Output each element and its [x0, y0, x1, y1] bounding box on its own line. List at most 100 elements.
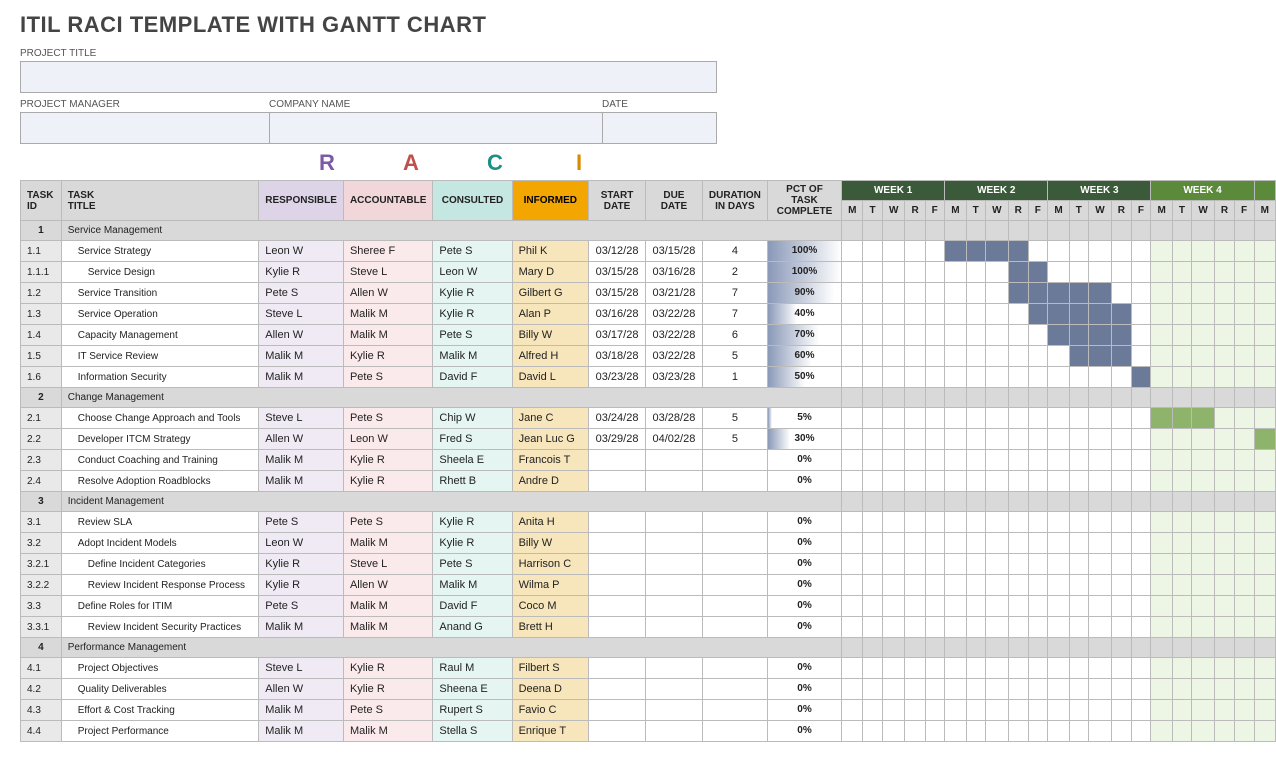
- accountable-cell[interactable]: Malik M: [343, 596, 432, 617]
- informed-cell[interactable]: Francois T: [512, 450, 589, 471]
- responsible-cell[interactable]: Steve L: [259, 658, 344, 679]
- informed-cell[interactable]: Favio C: [512, 700, 589, 721]
- accountable-cell[interactable]: Leon W: [343, 429, 432, 450]
- informed-cell[interactable]: Alan P: [512, 304, 589, 325]
- start-date[interactable]: 03/29/28: [589, 429, 646, 450]
- accountable-cell[interactable]: Allen W: [343, 283, 432, 304]
- informed-cell[interactable]: Enrique T: [512, 721, 589, 742]
- start-date[interactable]: 03/24/28: [589, 408, 646, 429]
- accountable-cell[interactable]: Allen W: [343, 575, 432, 596]
- consulted-cell[interactable]: Pete S: [433, 241, 512, 262]
- consulted-cell[interactable]: Raul M: [433, 658, 512, 679]
- due-date[interactable]: [645, 575, 702, 596]
- start-date[interactable]: [589, 471, 646, 492]
- responsible-cell[interactable]: Malik M: [259, 700, 344, 721]
- due-date[interactable]: [645, 554, 702, 575]
- consulted-cell[interactable]: David F: [433, 367, 512, 388]
- duration[interactable]: [702, 617, 767, 638]
- duration[interactable]: 5: [702, 408, 767, 429]
- informed-cell[interactable]: Alfred H: [512, 346, 589, 367]
- due-date[interactable]: 04/02/28: [645, 429, 702, 450]
- consulted-cell[interactable]: Kylie R: [433, 304, 512, 325]
- responsible-cell[interactable]: Malik M: [259, 450, 344, 471]
- duration[interactable]: 7: [702, 304, 767, 325]
- duration[interactable]: [702, 700, 767, 721]
- responsible-cell[interactable]: Malik M: [259, 721, 344, 742]
- consulted-cell[interactable]: Rupert S: [433, 700, 512, 721]
- accountable-cell[interactable]: Malik M: [343, 533, 432, 554]
- accountable-cell[interactable]: Kylie R: [343, 658, 432, 679]
- consulted-cell[interactable]: Anand G: [433, 617, 512, 638]
- start-date[interactable]: [589, 533, 646, 554]
- due-date[interactable]: [645, 617, 702, 638]
- due-date[interactable]: 03/21/28: [645, 283, 702, 304]
- pct-complete[interactable]: 0%: [767, 471, 841, 492]
- responsible-cell[interactable]: Steve L: [259, 304, 344, 325]
- responsible-cell[interactable]: Malik M: [259, 367, 344, 388]
- informed-cell[interactable]: Andre D: [512, 471, 589, 492]
- pct-complete[interactable]: 0%: [767, 617, 841, 638]
- accountable-cell[interactable]: Kylie R: [343, 679, 432, 700]
- duration[interactable]: [702, 658, 767, 679]
- accountable-cell[interactable]: Malik M: [343, 617, 432, 638]
- start-date[interactable]: [589, 721, 646, 742]
- due-date[interactable]: 03/15/28: [645, 241, 702, 262]
- start-date[interactable]: [589, 658, 646, 679]
- start-date[interactable]: 03/23/28: [589, 367, 646, 388]
- date-input[interactable]: [602, 112, 717, 144]
- responsible-cell[interactable]: Steve L: [259, 408, 344, 429]
- consulted-cell[interactable]: Pete S: [433, 325, 512, 346]
- duration[interactable]: [702, 596, 767, 617]
- pct-complete[interactable]: 0%: [767, 450, 841, 471]
- accountable-cell[interactable]: Pete S: [343, 512, 432, 533]
- due-date[interactable]: 03/16/28: [645, 262, 702, 283]
- responsible-cell[interactable]: Allen W: [259, 679, 344, 700]
- start-date[interactable]: 03/17/28: [589, 325, 646, 346]
- due-date[interactable]: [645, 721, 702, 742]
- due-date[interactable]: [645, 450, 702, 471]
- consulted-cell[interactable]: David F: [433, 596, 512, 617]
- pct-complete[interactable]: 100%: [767, 241, 841, 262]
- duration[interactable]: [702, 512, 767, 533]
- pct-complete[interactable]: 100%: [767, 262, 841, 283]
- accountable-cell[interactable]: Pete S: [343, 367, 432, 388]
- duration[interactable]: [702, 575, 767, 596]
- duration[interactable]: [702, 450, 767, 471]
- accountable-cell[interactable]: Steve L: [343, 262, 432, 283]
- informed-cell[interactable]: David L: [512, 367, 589, 388]
- informed-cell[interactable]: Jane C: [512, 408, 589, 429]
- due-date[interactable]: [645, 658, 702, 679]
- pct-complete[interactable]: 90%: [767, 283, 841, 304]
- pct-complete[interactable]: 0%: [767, 658, 841, 679]
- accountable-cell[interactable]: Malik M: [343, 325, 432, 346]
- duration[interactable]: 5: [702, 429, 767, 450]
- informed-cell[interactable]: Phil K: [512, 241, 589, 262]
- duration[interactable]: 7: [702, 283, 767, 304]
- accountable-cell[interactable]: Malik M: [343, 304, 432, 325]
- pct-complete[interactable]: 0%: [767, 721, 841, 742]
- consulted-cell[interactable]: Leon W: [433, 262, 512, 283]
- start-date[interactable]: [589, 617, 646, 638]
- duration[interactable]: [702, 721, 767, 742]
- accountable-cell[interactable]: Kylie R: [343, 346, 432, 367]
- informed-cell[interactable]: Gilbert G: [512, 283, 589, 304]
- consulted-cell[interactable]: Fred S: [433, 429, 512, 450]
- start-date[interactable]: [589, 679, 646, 700]
- informed-cell[interactable]: Mary D: [512, 262, 589, 283]
- due-date[interactable]: 03/22/28: [645, 346, 702, 367]
- pct-complete[interactable]: 0%: [767, 554, 841, 575]
- informed-cell[interactable]: Filbert S: [512, 658, 589, 679]
- start-date[interactable]: [589, 596, 646, 617]
- responsible-cell[interactable]: Kylie R: [259, 575, 344, 596]
- responsible-cell[interactable]: Pete S: [259, 283, 344, 304]
- due-date[interactable]: [645, 679, 702, 700]
- due-date[interactable]: [645, 700, 702, 721]
- responsible-cell[interactable]: Malik M: [259, 346, 344, 367]
- start-date[interactable]: [589, 575, 646, 596]
- consulted-cell[interactable]: Chip W: [433, 408, 512, 429]
- informed-cell[interactable]: Harrison C: [512, 554, 589, 575]
- responsible-cell[interactable]: Pete S: [259, 512, 344, 533]
- consulted-cell[interactable]: Pete S: [433, 554, 512, 575]
- informed-cell[interactable]: Brett H: [512, 617, 589, 638]
- accountable-cell[interactable]: Malik M: [343, 721, 432, 742]
